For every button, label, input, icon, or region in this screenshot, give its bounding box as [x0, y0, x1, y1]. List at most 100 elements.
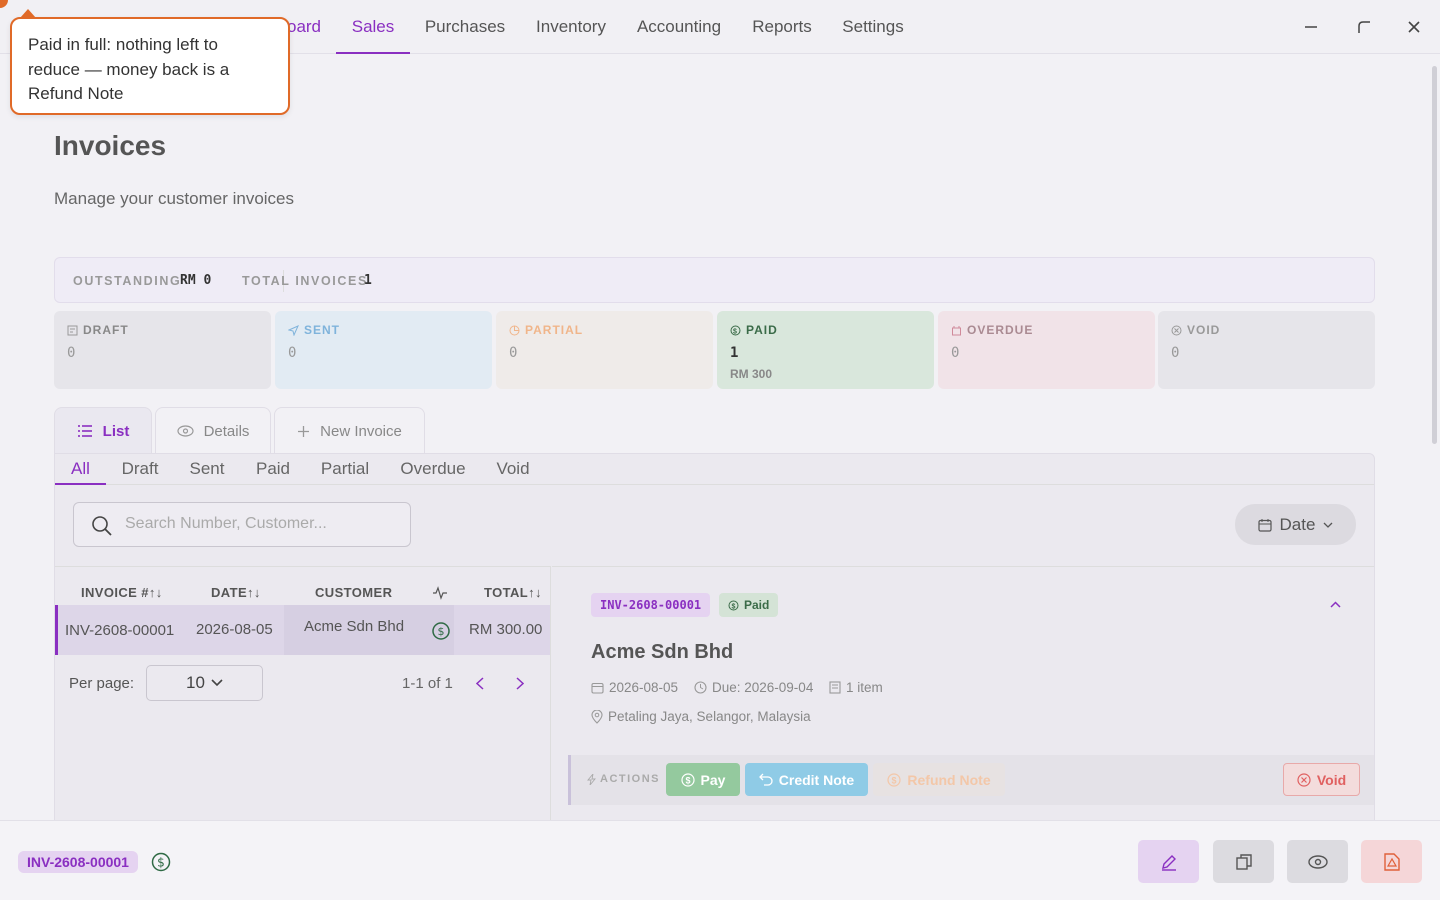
filter-paid[interactable]: Paid: [248, 454, 298, 484]
svg-text:$: $: [685, 775, 690, 785]
actions-label: ACTIONS: [600, 773, 660, 785]
refund-note-button[interactable]: $ Refund Note: [873, 763, 1005, 796]
location-pin-icon: [591, 709, 603, 724]
filter-sent[interactable]: Sent: [183, 454, 231, 484]
table-row[interactable]: INV-2608-00001 2026-08-05 Acme Sdn Bhd $…: [55, 605, 550, 655]
outstanding-label: OUTSTANDING: [73, 274, 182, 288]
draft-icon: [67, 325, 78, 335]
alarm-icon: [952, 325, 961, 335]
cell-total: RM 300.00: [469, 621, 543, 638]
list-icon: [77, 425, 92, 437]
page-subtitle: Manage your customer invoices: [54, 189, 295, 208]
nav-item-accounting[interactable]: Accounting: [632, 0, 726, 54]
search-input[interactable]: Search Number, Customer...: [73, 502, 411, 547]
svg-text:$: $: [733, 328, 738, 335]
page-scrollbar[interactable]: [1430, 56, 1438, 820]
column-header-invoice[interactable]: INVOICE #↑↓: [81, 585, 163, 600]
filter-partial[interactable]: Partial: [315, 454, 375, 484]
column-header-customer[interactable]: CUSTOMER: [315, 585, 392, 600]
pdf-button[interactable]: [1361, 840, 1422, 883]
status-label: SENT: [304, 323, 341, 337]
dollar-circle-icon: $: [887, 772, 901, 787]
detail-date: 2026-08-05: [591, 680, 678, 695]
per-page-value: 10: [186, 673, 205, 692]
status-card-void[interactable]: VOID 0: [1158, 311, 1375, 389]
nav-item-sales[interactable]: Sales: [336, 0, 410, 54]
column-header-total[interactable]: TOTAL↑↓: [484, 585, 542, 600]
status-card-paid[interactable]: $ PAID 1 RM 300: [717, 311, 934, 389]
filter-draft[interactable]: Draft: [114, 454, 166, 484]
status-count: 0: [951, 345, 960, 361]
cell-invoice-number: INV-2608-00001: [65, 622, 175, 639]
tab-new-invoice[interactable]: New Invoice: [274, 407, 425, 454]
void-icon: [1297, 772, 1311, 787]
eye-icon: [1307, 854, 1328, 869]
invoice-detail-panel: INV-2608-00001 $ Paid Acme Sdn Bhd 2026-…: [552, 566, 1374, 824]
chevron-left-icon[interactable]: [476, 677, 484, 690]
status-card-draft[interactable]: DRAFT 0: [54, 311, 271, 389]
detail-items-text: 1 item: [846, 680, 883, 695]
credit-note-button[interactable]: Credit Note: [745, 763, 868, 796]
duplicate-button[interactable]: [1213, 840, 1274, 883]
filter-all[interactable]: All: [55, 454, 106, 485]
close-button[interactable]: [1399, 12, 1429, 42]
preview-button[interactable]: [1287, 840, 1348, 883]
void-icon: [1171, 325, 1182, 335]
lightning-icon: [587, 773, 596, 785]
date-filter-button[interactable]: Date: [1235, 504, 1356, 545]
filter-overdue[interactable]: Overdue: [395, 454, 471, 484]
svg-text:$: $: [732, 603, 736, 610]
per-page-select[interactable]: 10: [146, 665, 263, 701]
tooltip-text: Paid in full: nothing left to reduce — m…: [28, 35, 230, 103]
undo-icon: [758, 773, 773, 786]
nav-item-inventory[interactable]: Inventory: [530, 0, 612, 54]
status-filter-bar: All Draft Sent Paid Partial Overdue Void: [55, 454, 1374, 485]
status-card-sent[interactable]: SENT 0: [275, 311, 492, 389]
status-label: PARTIAL: [525, 323, 584, 337]
column-header-date[interactable]: DATE↑↓: [211, 585, 261, 600]
status-amount: RM 300: [730, 367, 773, 381]
pagination-range: 1-1 of 1: [402, 675, 453, 692]
outstanding-value: RM 0: [180, 273, 212, 288]
chevron-right-icon[interactable]: [516, 677, 524, 690]
search-placeholder: Search Number, Customer...: [125, 515, 327, 532]
dollar-circle-icon: $: [728, 600, 739, 610]
tab-new-invoice-label: New Invoice: [320, 422, 402, 440]
chevron-up-icon[interactable]: [1330, 601, 1341, 608]
actions-bar: ACTIONS $ Pay Credit Note $ Refund Note …: [568, 755, 1374, 805]
status-count: 0: [288, 345, 297, 361]
status-label: OVERDUE: [967, 323, 1034, 337]
nav-item-purchases[interactable]: Purchases: [420, 0, 510, 54]
close-icon: [1408, 21, 1420, 33]
minimize-button[interactable]: [1296, 12, 1326, 42]
detail-location-text: Petaling Jaya, Selangor, Malaysia: [608, 709, 811, 724]
edit-button[interactable]: [1138, 840, 1199, 883]
page-title: Invoices: [54, 130, 167, 161]
clock-icon: [694, 681, 707, 694]
nav-item-settings[interactable]: Settings: [838, 0, 908, 54]
restore-icon: [1358, 21, 1370, 33]
dollar-circle-icon: $: [432, 622, 450, 640]
status-label: PAID: [746, 323, 778, 337]
tab-list[interactable]: List: [54, 407, 152, 454]
send-icon: [288, 324, 299, 336]
filter-void[interactable]: Void: [491, 454, 535, 484]
status-card-partial[interactable]: PARTIAL 0: [496, 311, 713, 389]
status-card-overdue[interactable]: OVERDUE 0: [938, 311, 1155, 389]
guide-tooltip: Paid in full: nothing left to reduce — m…: [10, 17, 290, 115]
restore-button[interactable]: [1349, 12, 1379, 42]
partial-icon: [509, 325, 520, 335]
status-count: 0: [67, 345, 76, 361]
chevron-down-icon: [1323, 522, 1333, 528]
activity-icon: [433, 586, 447, 600]
tab-details[interactable]: Details: [155, 407, 271, 454]
void-button[interactable]: Void: [1283, 763, 1360, 796]
footer-invoice-chip: INV-2608-00001: [18, 851, 138, 873]
pdf-file-icon: [1383, 852, 1400, 871]
calendar-icon: [591, 682, 604, 694]
total-invoices-value: 1: [364, 273, 372, 288]
scrollbar-thumb[interactable]: [1432, 66, 1437, 444]
pay-button[interactable]: $ Pay: [666, 763, 740, 796]
nav-item-reports[interactable]: Reports: [746, 0, 818, 54]
dollar-circle-icon: $: [730, 325, 741, 335]
